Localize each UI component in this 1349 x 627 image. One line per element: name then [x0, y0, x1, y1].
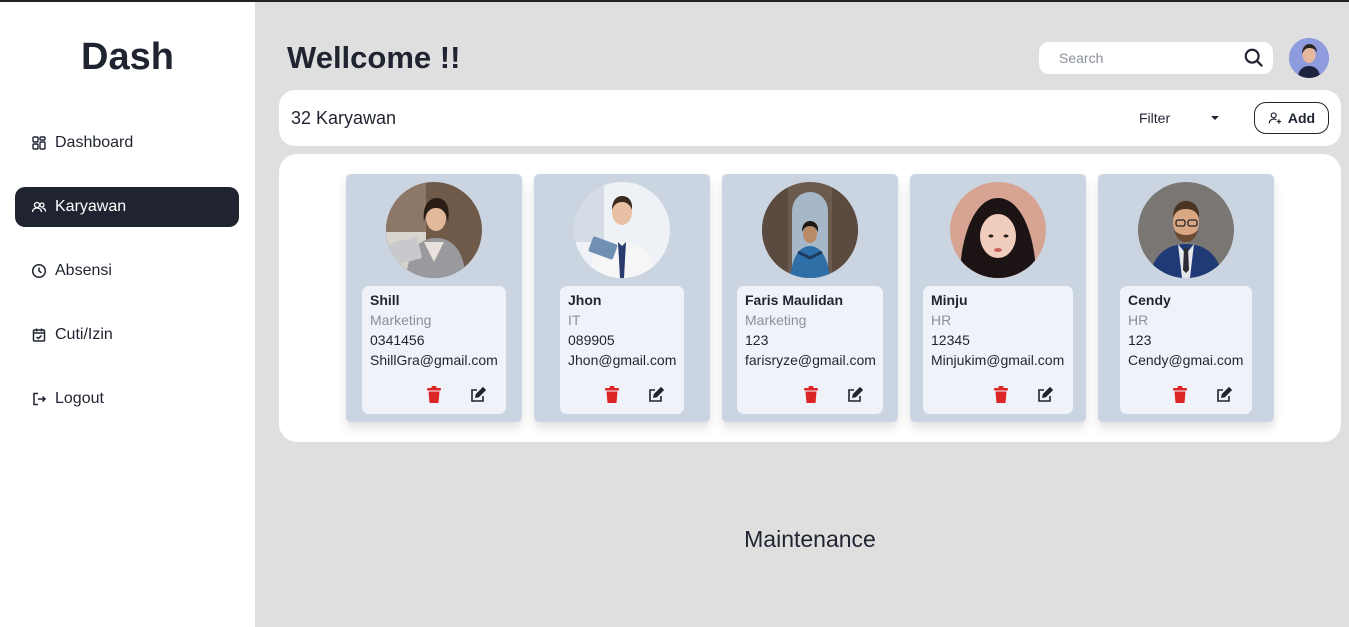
employee-info: Shill Marketing 0341456 ShillGra@gmail.c… [362, 286, 506, 414]
search-icon[interactable] [1243, 47, 1265, 69]
filter-select[interactable]: Filter [1139, 110, 1219, 126]
sidebar-item-dashboard[interactable]: Dashboard [15, 123, 239, 163]
sidebar-item-label: Cuti/Izin [55, 326, 113, 343]
main-content: Wellcome !! 32 Karyawan Filter Add [255, 2, 1349, 627]
employee-photo [386, 182, 482, 278]
employee-email: Jhon@gmail.com [568, 352, 677, 368]
clock-icon [31, 263, 47, 279]
sidebar-item-label: Dashboard [55, 134, 134, 151]
search-input[interactable] [1059, 50, 1239, 66]
employee-card: Shill Marketing 0341456 ShillGra@gmail.c… [346, 174, 522, 422]
sidebar-item-karyawan[interactable]: Karyawan [15, 187, 239, 227]
employee-email: ShillGra@gmail.com [370, 352, 498, 368]
employee-phone: 12345 [931, 332, 970, 348]
sidebar-item-logout[interactable]: Logout [15, 379, 239, 419]
employee-info: Cendy HR 123 Cendy@gmai.com [1120, 286, 1252, 414]
add-user-icon [1268, 112, 1282, 124]
employee-department: HR [931, 312, 952, 328]
delete-icon[interactable] [1172, 386, 1188, 404]
sidebar-item-label: Absensi [55, 262, 112, 279]
employee-department: IT [568, 312, 581, 328]
edit-icon[interactable] [1037, 387, 1053, 403]
employee-name: Faris Maulidan [745, 292, 844, 308]
sidebar-item-absensi[interactable]: Absensi [15, 251, 239, 291]
sidebar: Dash Dashboard Karyawan Absensi Cuti/Izi… [0, 2, 255, 627]
employee-card-grid: Shill Marketing 0341456 ShillGra@gmail.c… [279, 154, 1341, 442]
employee-count: 32 Karyawan [291, 108, 397, 128]
employee-info: Faris Maulidan Marketing 123 farisryze@g… [737, 286, 883, 414]
maintenance-label: Maintenance [744, 526, 876, 552]
edit-icon[interactable] [470, 387, 486, 403]
employee-card: Jhon IT 089905 Jhon@gmail.com [534, 174, 710, 422]
employee-name: Shill [370, 292, 400, 308]
sidebar-item-cuti-izin[interactable]: Cuti/Izin [15, 315, 239, 355]
employee-photo [762, 182, 858, 278]
page-title: Wellcome !! [287, 40, 461, 75]
employee-name: Cendy [1128, 292, 1171, 308]
employee-info: Jhon IT 089905 Jhon@gmail.com [560, 286, 684, 414]
add-employee-button[interactable]: Add [1254, 102, 1329, 134]
employee-name: Jhon [568, 292, 602, 308]
employee-card: Faris Maulidan Marketing 123 farisryze@g… [722, 174, 898, 422]
add-button-label: Add [1287, 110, 1316, 126]
employee-phone: 089905 [568, 332, 615, 348]
search-box [1039, 42, 1273, 74]
employee-department: HR [1128, 312, 1149, 328]
employee-card: Minju HR 12345 Minjukim@gmail.com [910, 174, 1086, 422]
employee-toolbar: 32 Karyawan Filter Add [279, 90, 1341, 146]
users-icon [31, 199, 47, 215]
employee-phone: 123 [1128, 332, 1152, 348]
delete-icon[interactable] [803, 386, 819, 404]
employee-email: Cendy@gmai.com [1128, 352, 1244, 368]
employee-photo [574, 182, 670, 278]
filter-label: Filter [1139, 110, 1171, 126]
brand-logo: Dash [81, 36, 174, 78]
delete-icon[interactable] [604, 386, 620, 404]
employee-department: Marketing [370, 312, 432, 328]
calendar-check-icon [31, 327, 47, 343]
employee-photo [1138, 182, 1234, 278]
employee-photo [950, 182, 1046, 278]
logout-icon [31, 391, 47, 407]
grid-icon [31, 135, 47, 151]
employee-department: Marketing [745, 312, 807, 328]
edit-icon[interactable] [847, 387, 863, 403]
sidebar-item-label: Karyawan [55, 198, 127, 215]
chevron-down-icon [1211, 116, 1219, 120]
edit-icon[interactable] [648, 387, 664, 403]
edit-icon[interactable] [1216, 387, 1232, 403]
employee-card: Cendy HR 123 Cendy@gmai.com [1098, 174, 1274, 422]
employee-email: farisryze@gmail.com [745, 352, 876, 368]
delete-icon[interactable] [426, 386, 442, 404]
delete-icon[interactable] [993, 386, 1009, 404]
employee-phone: 123 [745, 332, 769, 348]
employee-phone: 0341456 [370, 332, 425, 348]
employee-email: Minjukim@gmail.com [931, 352, 1065, 368]
employee-name: Minju [931, 292, 968, 308]
employee-info: Minju HR 12345 Minjukim@gmail.com [923, 286, 1073, 414]
user-avatar[interactable] [1289, 38, 1329, 78]
sidebar-item-label: Logout [55, 390, 104, 407]
